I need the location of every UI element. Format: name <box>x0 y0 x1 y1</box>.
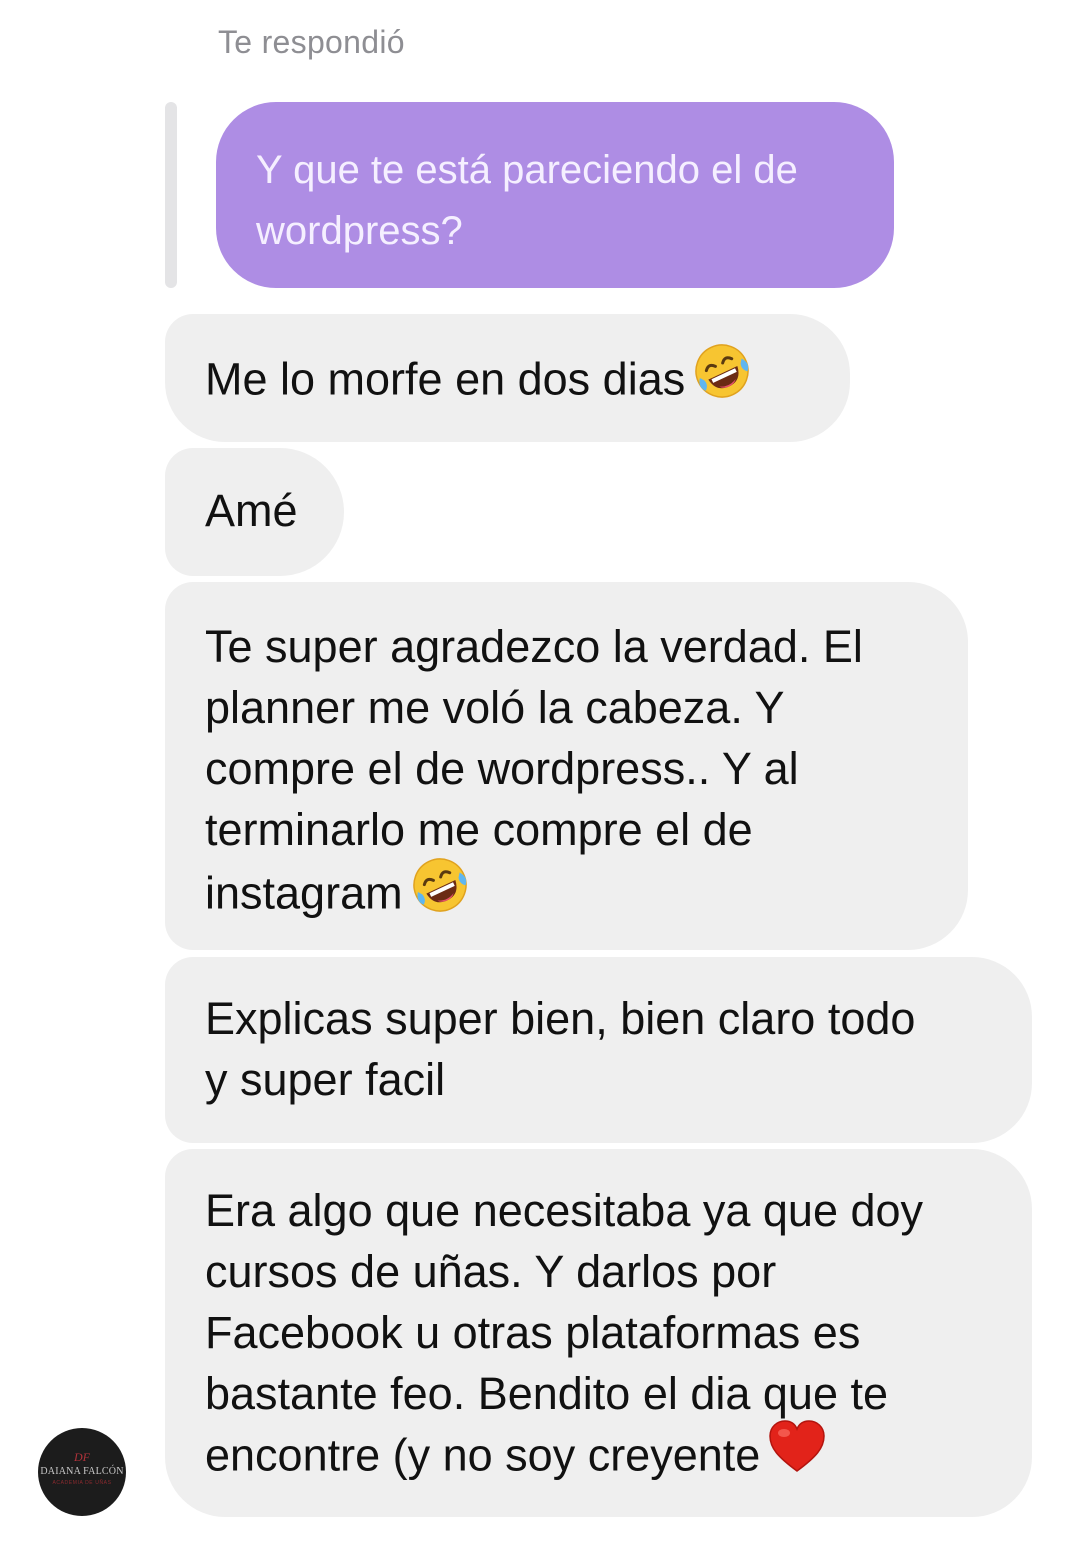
message-bubble[interactable]: Amé <box>165 448 344 576</box>
rolling-on-floor-laughing-emoji <box>693 342 751 415</box>
quoted-message-line: wordpress? <box>256 209 463 253</box>
message-bubble[interactable]: Explicas super bien, bien claro todo y s… <box>165 957 1032 1143</box>
message-text: Facebook u otras plataformas es <box>205 1307 861 1358</box>
message-text: Amé <box>205 485 298 536</box>
message-text: instagram <box>205 867 403 919</box>
message-text: cursos de uñas. Y darlos por <box>205 1246 777 1297</box>
rolling-on-floor-laughing-emoji <box>411 856 469 929</box>
message-text: compre el de wordpress.. Y al <box>205 743 799 794</box>
message-text: Era algo que necesitaba ya que doy <box>205 1185 924 1236</box>
avatar[interactable]: DF DAIANA FALCÓN ACADEMIA DE UÑAS <box>38 1428 126 1516</box>
message-text: Me lo morfe en dos dias <box>205 353 686 405</box>
quoted-message-line: Y que te está pareciendo el de <box>256 148 798 192</box>
message-text: Explicas super bien, bien claro todo <box>205 993 916 1044</box>
reply-header: Te respondió <box>218 24 405 60</box>
message-bubble[interactable]: Te super agradezco la verdad. El planner… <box>165 582 968 950</box>
reply-indicator-bar <box>165 102 177 288</box>
message-text: terminarlo me compre el de <box>205 804 753 855</box>
message-bubble[interactable]: Era algo que necesitaba ya que doy curso… <box>165 1149 1032 1517</box>
message-text: encontre (y no soy creyente <box>205 1429 761 1481</box>
avatar-name: DAIANA FALCÓN <box>40 1466 124 1477</box>
message-text: Te super agradezco la verdad. El <box>205 621 863 672</box>
message-text: planner me voló la cabeza. Y <box>205 682 785 733</box>
avatar-subtitle: ACADEMIA DE UÑAS <box>52 1480 112 1486</box>
red-heart-emoji <box>768 1420 826 1489</box>
quoted-message-bubble[interactable]: Y que te está pareciendo el de wordpress… <box>216 102 894 288</box>
message-bubble[interactable]: Me lo morfe en dos dias <box>165 314 850 442</box>
message-text: bastante feo. Bendito el dia que te <box>205 1368 889 1419</box>
message-text: y super facil <box>205 1054 446 1105</box>
avatar-monogram: DF <box>74 1450 90 1464</box>
